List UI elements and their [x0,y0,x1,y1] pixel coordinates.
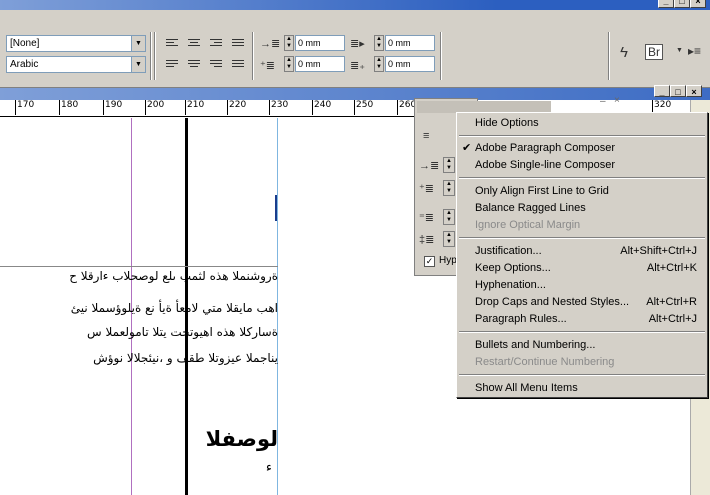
paragraph-options-menu: Hide Options ✔ Adobe Paragraph Composer … [456,112,708,398]
checkmark-icon: ✔ [462,142,472,154]
align-left-button[interactable] [166,37,180,49]
left-indent-icon: →≣ [260,38,281,50]
menu-item-justification[interactable]: Justification... Alt+Shift+Ctrl+J [475,243,697,259]
text-frame-edge [0,266,278,267]
ruler-tick: 240 [311,100,332,115]
justify-all-button[interactable] [232,37,246,49]
hyphenate-label: Hyp [439,255,457,266]
align-left-icon[interactable]: ≡ [423,130,429,142]
lightning-icon[interactable]: ϟ [620,44,628,61]
hyphenate-checkbox[interactable]: ✓ [424,256,435,267]
left-indent-stepper[interactable]: ▲ ▼ [443,157,455,173]
menu-item-hide-options[interactable]: Hide Options [475,115,697,131]
left-indent-field[interactable]: 0 mm [295,35,345,51]
arabic-mark: ء [265,460,272,475]
justify-full-button[interactable] [232,58,246,70]
align-right-button[interactable] [210,37,224,49]
menu-item-bullets-numbering[interactable]: Bullets and Numbering... [475,337,697,353]
bridge-icon[interactable]: Br [645,44,663,60]
space-after-stepper[interactable]: ▲ ▼ [443,231,455,247]
close-icon[interactable]: × [686,85,702,97]
right-indent-field[interactable]: 0 mm [385,35,435,51]
justify-center-button[interactable] [188,58,202,70]
arabic-text-line: ةروشنملا هذه لثمب ىلع لوصحلاب ءارقلا ح [69,269,278,283]
text-cursor [275,195,277,221]
chevron-down-icon[interactable]: ▼ [676,47,683,54]
ruler-tick: 230 [268,100,289,115]
chevron-down-icon[interactable]: ▼ [131,36,145,51]
first-line-indent-stepper[interactable]: ▲ ▼ [284,56,294,72]
paragraph-style-value: [None] [10,38,40,49]
first-line-indent-icon: ⁺≣ [419,183,435,195]
language-dropdown[interactable]: Arabic ▼ [6,56,146,73]
maximize-icon[interactable]: □ [670,85,686,97]
arabic-heading: لوصفلا [205,427,278,451]
left-indent-stepper[interactable]: ▲ ▼ [284,35,294,51]
ruler-tick: 170 [14,100,35,115]
ruler-tick: 190 [102,100,123,115]
space-before-icon: ⁼≣ [419,212,435,224]
menu-item-drop-caps[interactable]: Drop Caps and Nested Styles... Alt+Ctrl+R [475,294,697,310]
first-line-indent-stepper[interactable]: ▲ ▼ [443,180,455,196]
space-after-icon: ‡≣ [419,234,435,246]
menu-item-hyphenation[interactable]: Hyphenation... [475,277,697,293]
maximize-icon[interactable]: □ [674,0,690,8]
right-indent-icon: ≣▸ [350,38,365,50]
close-icon[interactable]: × [690,0,706,8]
ruler-tick: 180 [58,100,79,115]
left-indent-icon: →≣ [419,160,440,172]
ruler-tick: 220 [226,100,247,115]
arabic-text-line: يناجملا عيزوتلا طقف و ،نيئجلالا نوؤش [93,351,278,365]
menu-item-paragraph-composer[interactable]: Adobe Paragraph Composer [475,140,697,156]
arabic-text-line: ةساركلا هذه اهيوتحت يتلا تامولعملا س [87,325,278,339]
panel-close-icon[interactable]: × [614,95,620,106]
menu-item-single-line-composer[interactable]: Adobe Single-line Composer [475,157,697,173]
last-line-indent-field[interactable]: 0 mm [385,56,435,72]
menu-item-restart-numbering: Restart/Continue Numbering [475,356,615,368]
paragraph-control-panel: [None] ▼ Arabic ▼ →≣ ▲ ▼ 0 mm ⁺≣ ▲ ▼ 0 mm … [0,10,710,88]
space-before-stepper[interactable]: ▲ ▼ [443,209,455,225]
language-value: Arabic [10,59,39,70]
menu-item-ignore-optical-margin: Ignore Optical Margin [475,219,581,231]
menu-item-balance-ragged[interactable]: Balance Ragged Lines [475,200,697,216]
arabic-text-line: اهب مايقلا متي لامعأ ةيأ نع ةيلوؤسملا ني… [70,301,278,315]
chevron-down-icon[interactable]: ▼ [131,57,145,72]
ruler-tick: 200 [144,100,165,115]
first-line-indent-icon: ⁺≣ [260,60,276,72]
menu-item-paragraph-rules[interactable]: Paragraph Rules... Alt+Ctrl+J [475,311,697,327]
last-line-indent-icon: ≣₊ [350,60,366,72]
panel-minimize-icon[interactable]: – [600,96,606,107]
menu-item-show-all[interactable]: Show All Menu Items [475,380,697,396]
first-line-indent-field[interactable]: 0 mm [295,56,345,72]
ruler-tick: 320 [651,100,672,115]
minimize-icon[interactable]: _ [654,85,670,97]
paragraph-style-dropdown[interactable]: [None] ▼ [6,35,146,52]
ruler-tick: 210 [184,100,205,115]
justify-left-button[interactable] [166,58,180,70]
last-line-indent-stepper[interactable]: ▲ ▼ [374,56,384,72]
panel-menu-icon[interactable]: ▸≡ [688,44,701,58]
justify-right-button[interactable] [210,58,224,70]
menu-item-align-first-line[interactable]: Only Align First Line to Grid [475,183,697,199]
window-title-bar: _ □ × [0,0,710,10]
ruler-tick: 250 [353,100,374,115]
minimize-icon[interactable]: _ [658,0,674,8]
right-indent-stepper[interactable]: ▲ ▼ [374,35,384,51]
menu-item-keep-options[interactable]: Keep Options... Alt+Ctrl+K [475,260,697,276]
align-center-button[interactable] [188,37,202,49]
